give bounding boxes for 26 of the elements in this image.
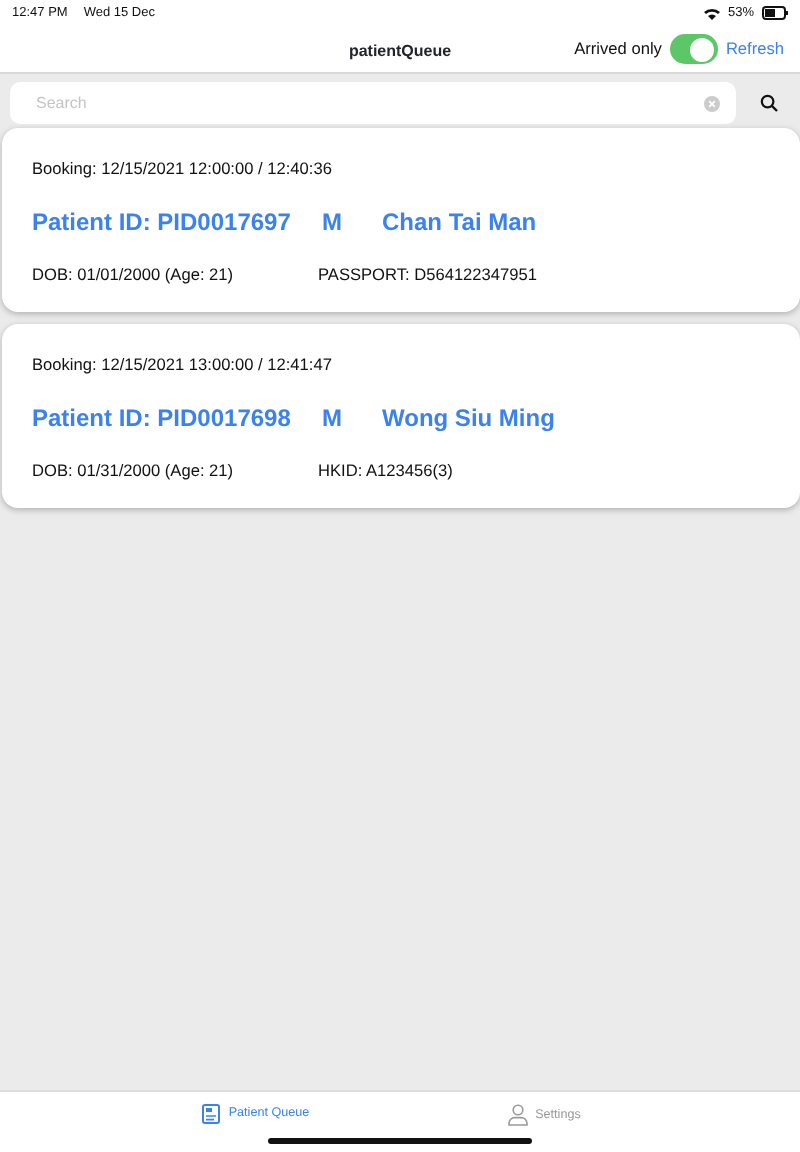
person-icon [507,1104,528,1126]
refresh-button[interactable]: Refresh [725,36,784,62]
booking-time: Booking: 12/15/2021 13:00:00 / 12:41:47 [32,351,334,377]
identity-document: PASSPORT: D564122347951 [318,262,537,288]
patient-name: Wong Siu Ming [382,402,555,437]
patient-id: Patient ID: PID0017697 [32,206,293,241]
screen-title: patientQueue [348,40,452,64]
list-card-icon [202,1104,221,1124]
toggle-label: Arrived only [574,36,662,62]
patient-sex: M [322,206,344,241]
patient-sex: M [322,402,344,437]
patient-name: Chan Tai Man [382,206,537,241]
date-of-birth: DOB: 01/31/2000 (Age: 21) [32,458,236,484]
search-bar[interactable]: Search [10,82,736,124]
battery-icon [762,6,788,20]
arrived-only-toggle[interactable] [669,34,718,64]
search-field[interactable]: Search [32,89,704,117]
patient-card[interactable]: Booking: 12/15/2021 13:00:00 / 12:41:47 Patient ID: PID0017698 M Wong Siu Ming DOB: 01/31/2000 (Age: 21) HKID: A123456(3) [2,323,800,508]
clear-icon[interactable] [704,95,720,111]
date-of-birth: DOB: 01/01/2000 (Age: 21) [32,262,236,288]
patient-card[interactable]: Booking: 12/15/2021 12:00:00 / 12:40:36 Patient ID: PID0017697 M Chan Tai Man DOB: 01/01/2000 (Age: 21) PASSPORT: D564122347951 [2,128,800,312]
wifi-icon [703,7,720,19]
identity-document: HKID: A123456(3) [318,458,453,484]
patient-id: Patient ID: PID0017698 [32,402,293,437]
booking-time: Booking: 12/15/2021 12:00:00 / 12:40:36 [32,156,334,181]
search-icon[interactable] [760,94,778,112]
